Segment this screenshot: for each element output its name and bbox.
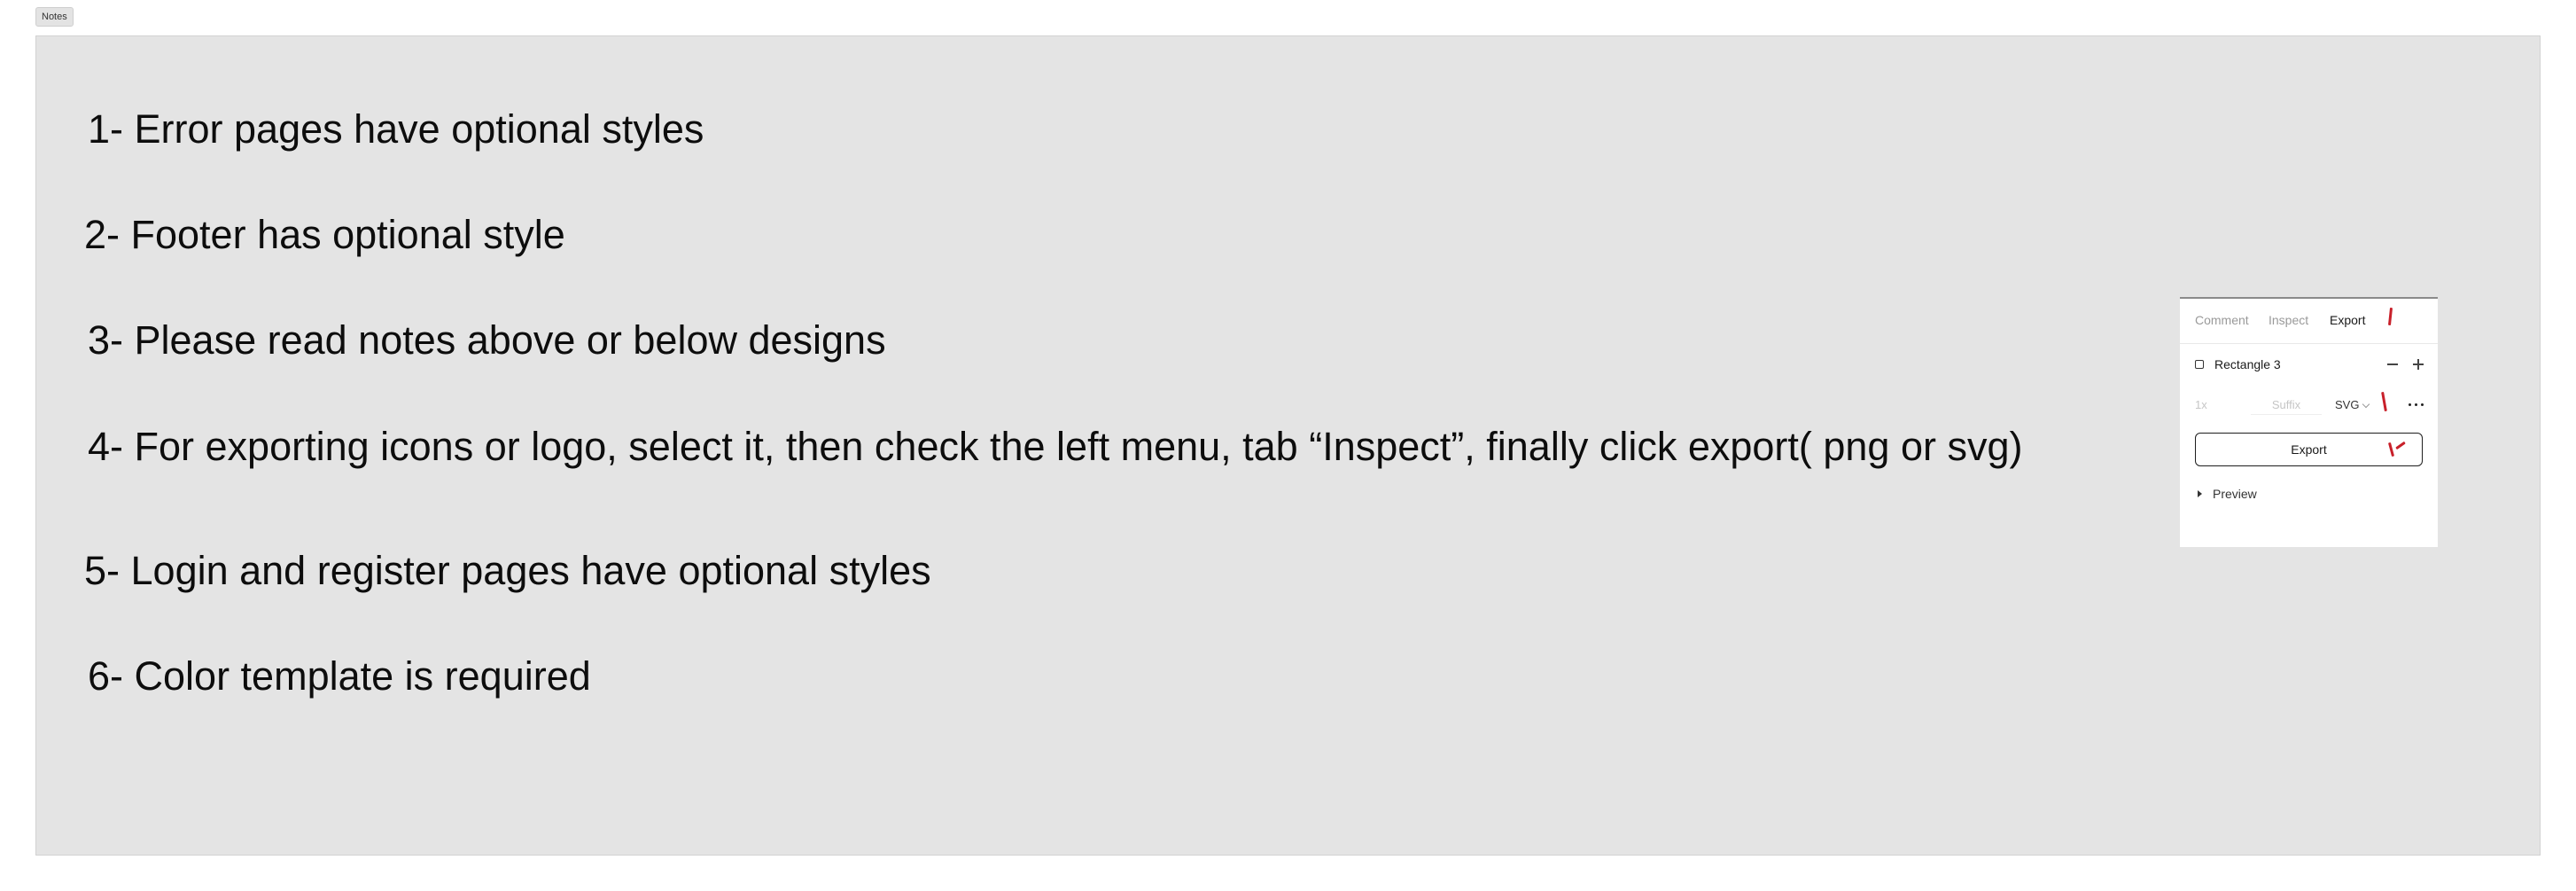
annotation-mark-tab (2387, 307, 2393, 326)
scale-input[interactable] (2195, 395, 2230, 414)
remove-export-icon[interactable] (2383, 355, 2402, 374)
caret-right-icon (2198, 490, 2202, 497)
layer-name: Rectangle 3 (2214, 357, 2281, 371)
suffix-input[interactable] (2251, 395, 2322, 415)
note-6: 6- Color template is required (88, 653, 591, 699)
format-select[interactable]: SVG (2335, 398, 2359, 411)
tab-inspect[interactable]: Inspect (2269, 313, 2308, 327)
note-4: 4- For exporting icons or logo, select i… (88, 424, 2023, 469)
note-5: 5- Login and register pages have optiona… (84, 548, 931, 593)
more-options-icon[interactable] (2406, 395, 2427, 414)
export-settings-row: SVG (2180, 391, 2438, 418)
rectangle-icon (2195, 360, 2204, 369)
chevron-down-icon (2362, 400, 2370, 409)
note-3: 3- Please read notes above or below desi… (88, 317, 886, 363)
note-2: 2- Footer has optional style (84, 212, 565, 257)
layer-row[interactable]: Rectangle 3 (2180, 352, 2438, 379)
panel-tabs: Comment Inspect Export (2180, 299, 2438, 344)
notes-frame: 1- Error pages have optional styles 2- F… (35, 35, 2541, 856)
export-panel-screenshot: Comment Inspect Export Rectangle 3 SVG E… (2180, 297, 2438, 547)
export-button[interactable]: Export (2195, 433, 2423, 466)
tab-export[interactable]: Export (2330, 313, 2365, 327)
frame-label[interactable]: Notes (35, 7, 74, 27)
add-export-icon[interactable] (2409, 355, 2428, 374)
annotation-mark-format (2381, 391, 2387, 412)
preview-label: Preview (2213, 487, 2257, 501)
tab-comment[interactable]: Comment (2195, 313, 2249, 327)
note-1: 1- Error pages have optional styles (88, 106, 704, 152)
